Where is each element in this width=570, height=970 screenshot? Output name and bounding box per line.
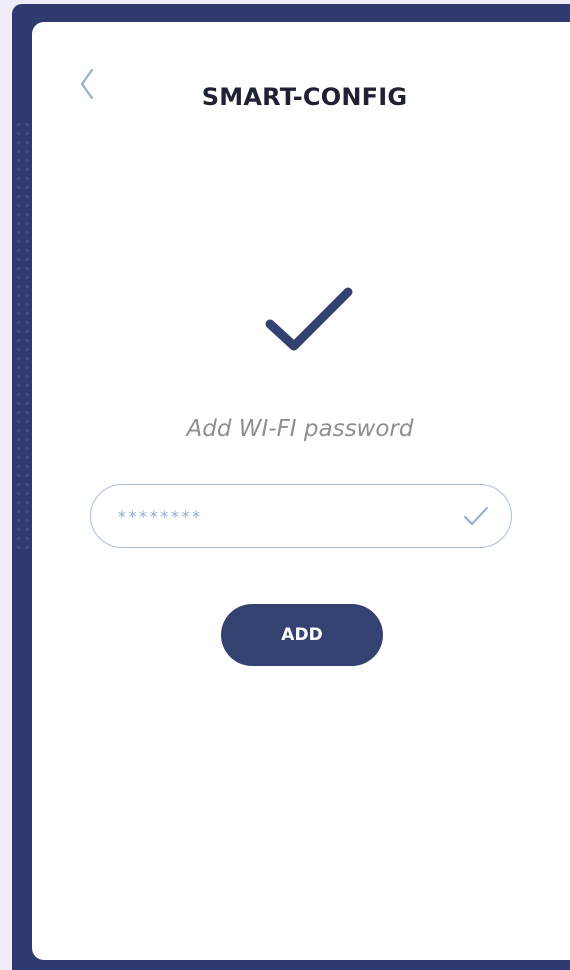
password-prompt: Add WI-FI password	[186, 416, 414, 442]
dot-pattern	[14, 120, 32, 550]
add-button[interactable]: ADD	[221, 604, 383, 666]
config-card: SMART-CONFIG Add WI-FI password ADD	[32, 22, 570, 960]
page-title: SMART-CONFIG	[201, 83, 408, 111]
password-field[interactable]	[90, 484, 512, 548]
field-check-icon	[464, 507, 488, 525]
checkmark-icon	[265, 287, 353, 351]
password-input[interactable]	[117, 496, 463, 536]
